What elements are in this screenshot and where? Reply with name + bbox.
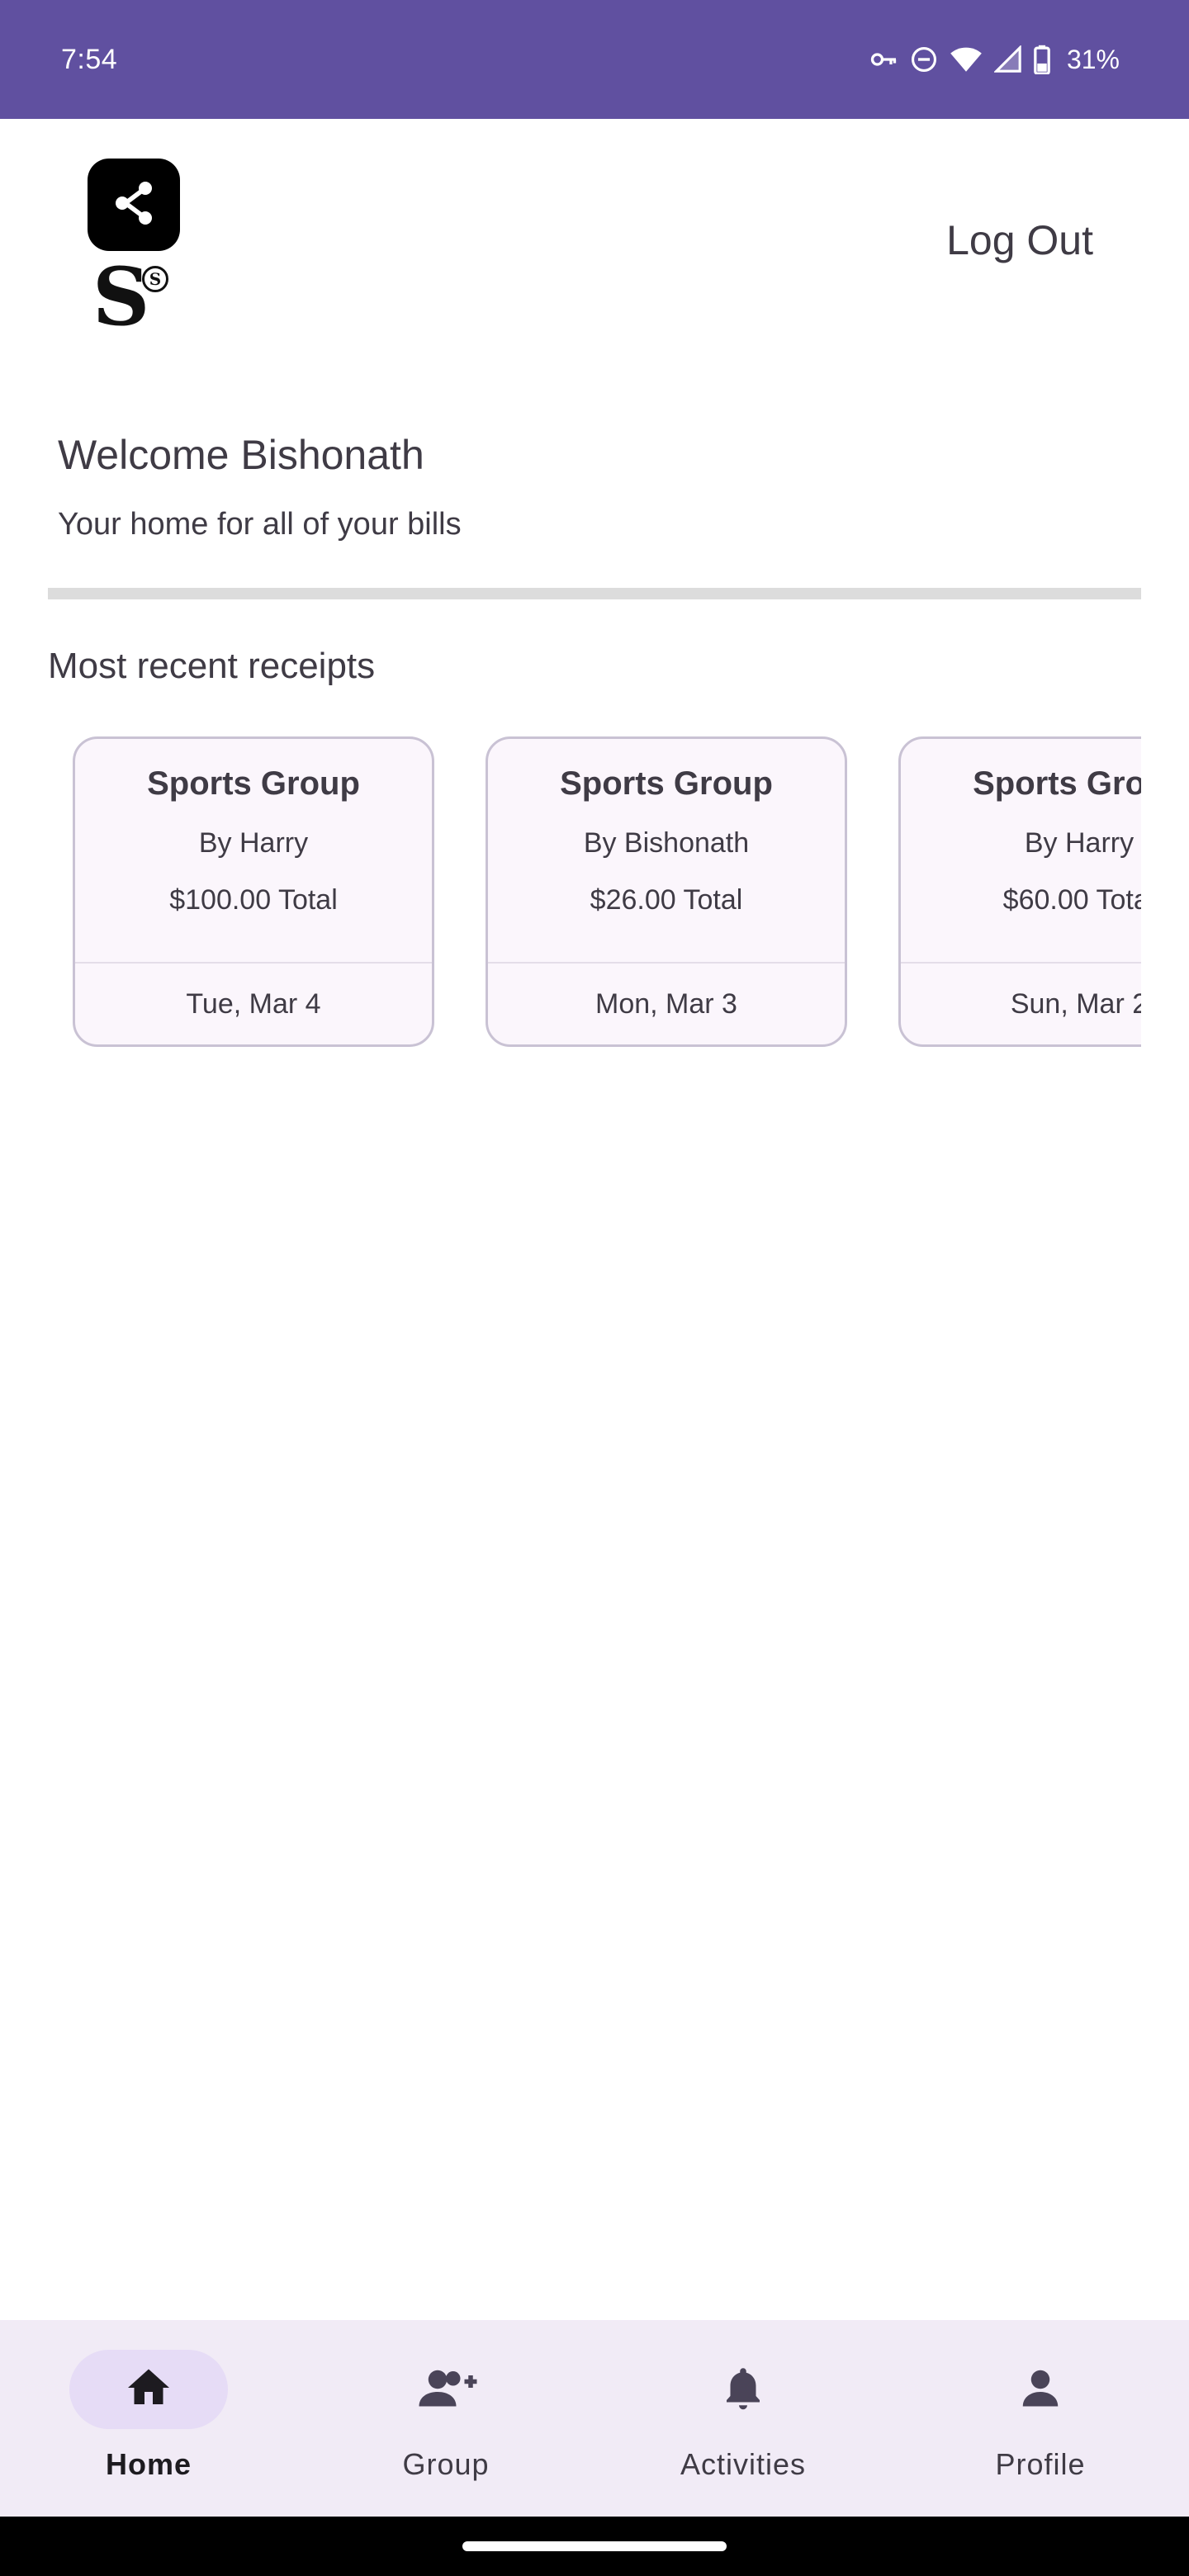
logout-button[interactable]: Log Out bbox=[946, 216, 1093, 264]
group-add-icon bbox=[414, 2363, 477, 2417]
nav-label-group: Group bbox=[402, 2447, 490, 2481]
status-icons: 31% bbox=[869, 45, 1120, 75]
receipt-card[interactable]: Sports Group By Harry $60.00 Total Sun, … bbox=[898, 736, 1141, 1047]
receipt-total: $100.00 Total bbox=[169, 884, 338, 916]
receipt-author: By Bishonath bbox=[583, 827, 750, 859]
receipt-date: Sun, Mar 2 bbox=[1010, 987, 1141, 1020]
nav-label-profile: Profile bbox=[995, 2447, 1086, 2481]
receipt-author: By Harry bbox=[1024, 827, 1135, 859]
receipts-carousel[interactable]: Sports Group By Harry $100.00 Total Tue,… bbox=[48, 735, 1141, 1057]
status-bar: 7:54 31% bbox=[0, 0, 1189, 119]
nav-label-home: Home bbox=[105, 2447, 192, 2481]
nav-item-group[interactable]: Group bbox=[322, 2320, 570, 2482]
nav-item-home[interactable]: Home bbox=[25, 2320, 272, 2482]
battery-icon bbox=[1034, 45, 1050, 74]
welcome-subtitle: Your home for all of your bills bbox=[58, 507, 462, 542]
logo-wordmark: S bbox=[92, 250, 150, 343]
nav-label-activities: Activities bbox=[680, 2447, 807, 2481]
vpn-key-icon bbox=[869, 45, 898, 74]
home-icon bbox=[124, 2363, 173, 2417]
do-not-disturb-icon bbox=[910, 45, 938, 73]
home-gesture-handle[interactable] bbox=[462, 2541, 727, 2551]
app-header: S S Log Out bbox=[0, 119, 1189, 367]
receipt-card[interactable]: Sports Group By Harry $100.00 Total Tue,… bbox=[73, 736, 434, 1047]
receipt-card[interactable]: Sports Group By Bishonath $26.00 Total M… bbox=[486, 736, 847, 1047]
battery-percent: 31% bbox=[1066, 44, 1120, 74]
nav-active-indicator bbox=[69, 2350, 228, 2429]
receipt-author: By Harry bbox=[198, 827, 309, 859]
system-navigation-bar bbox=[0, 2517, 1189, 2576]
cell-signal-icon bbox=[993, 45, 1022, 73]
share-icon bbox=[101, 170, 167, 240]
registered-mark: S bbox=[142, 266, 168, 292]
receipt-total: $26.00 Total bbox=[590, 884, 743, 916]
recent-receipts-title: Most recent receipts bbox=[48, 646, 376, 686]
bell-icon bbox=[718, 2363, 768, 2417]
wifi-icon bbox=[950, 45, 983, 74]
person-icon bbox=[1016, 2363, 1065, 2417]
receipt-group-name: Sports Group bbox=[560, 765, 773, 802]
section-divider bbox=[48, 588, 1141, 599]
status-time: 7:54 bbox=[61, 43, 118, 75]
welcome-title: Welcome Bishonath bbox=[58, 432, 424, 478]
app-logo bbox=[88, 159, 180, 251]
nav-item-activities[interactable]: Activities bbox=[619, 2320, 867, 2482]
receipt-date: Tue, Mar 4 bbox=[186, 987, 321, 1020]
bottom-navigation: Home Group Activities Profile bbox=[0, 2320, 1189, 2517]
receipt-group-name: Sports Group bbox=[973, 765, 1141, 802]
receipt-date: Mon, Mar 3 bbox=[595, 987, 737, 1020]
nav-item-profile[interactable]: Profile bbox=[917, 2320, 1164, 2482]
receipt-group-name: Sports Group bbox=[147, 765, 360, 802]
receipt-total: $60.00 Total bbox=[1002, 884, 1141, 916]
receipts-track: Sports Group By Harry $100.00 Total Tue,… bbox=[73, 736, 1141, 1047]
